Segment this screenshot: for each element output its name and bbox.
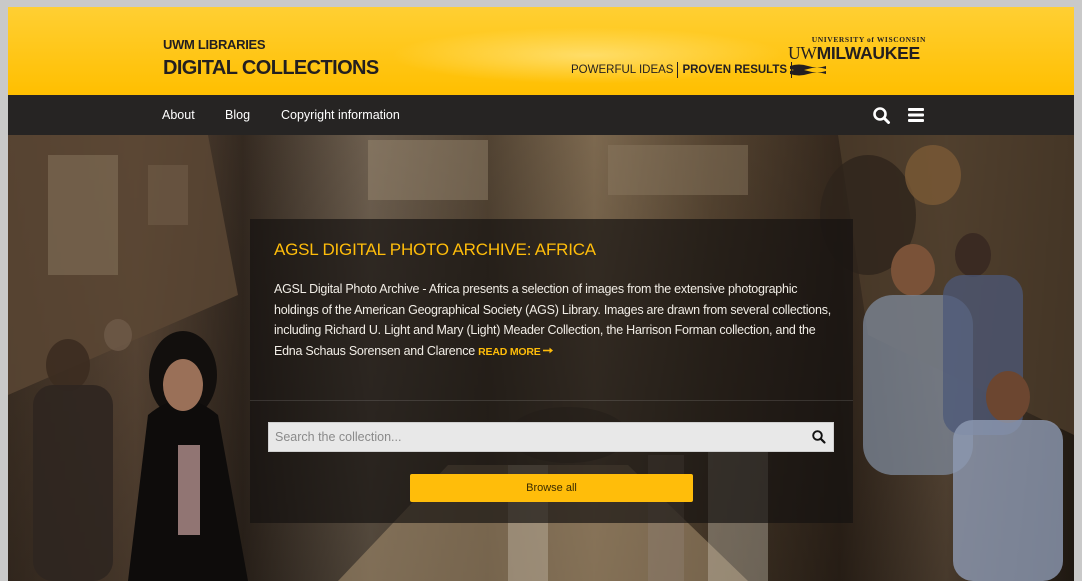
search-button-icon[interactable]: [811, 429, 827, 445]
tagline-right: PROVEN RESULTS: [682, 64, 788, 76]
hamburger-menu-icon[interactable]: [906, 106, 926, 124]
nav-link-copyright[interactable]: Copyright information: [281, 95, 400, 135]
page-frame: UWM LIBRARIES DIGITAL COLLECTIONS POWERF…: [8, 7, 1074, 581]
uwm-logo[interactable]: UNIVERSITY of WISCONSIN UWMILWAUKEE: [788, 35, 928, 79]
university-wordmark: UWMILWAUKEE: [788, 43, 920, 64]
uwm-flag-icon: [790, 64, 826, 76]
collection-card: AGSL DIGITAL PHOTO ARCHIVE: AFRICA AGSL …: [250, 219, 853, 523]
card-divider: [250, 400, 853, 401]
brand-subtitle: UWM LIBRARIES: [163, 37, 266, 52]
brand-title: DIGITAL COLLECTIONS: [163, 57, 379, 79]
tagline: POWERFUL IDEAS PROVEN RESULTS: [571, 62, 796, 78]
search-icon[interactable]: [872, 106, 892, 124]
collection-title: AGSL DIGITAL PHOTO ARCHIVE: AFRICA: [274, 240, 596, 259]
nav-link-about[interactable]: About: [162, 95, 195, 135]
search-input[interactable]: [269, 423, 811, 451]
tagline-left: POWERFUL IDEAS: [571, 64, 674, 76]
read-more-link[interactable]: READ MORE: [478, 346, 554, 358]
hero-section: AGSL DIGITAL PHOTO ARCHIVE: AFRICA AGSL …: [8, 135, 1074, 581]
browse-all-button[interactable]: Browse all: [410, 474, 693, 502]
nav-link-blog[interactable]: Blog: [225, 95, 250, 135]
university-milwaukee: MILWAUKEE: [816, 43, 921, 63]
main-navbar: About Blog Copyright information: [8, 95, 1074, 135]
collection-description: AGSL Digital Photo Archive - Africa pres…: [274, 279, 834, 362]
arrow-right-icon: [543, 347, 554, 354]
read-more-label: READ MORE: [478, 345, 541, 358]
tagline-divider: [677, 62, 679, 78]
university-uw: UW: [788, 43, 817, 63]
collection-search: [268, 422, 834, 452]
site-header: UWM LIBRARIES DIGITAL COLLECTIONS POWERF…: [8, 7, 1074, 95]
site-brand[interactable]: UWM LIBRARIES DIGITAL COLLECTIONS: [163, 37, 379, 80]
